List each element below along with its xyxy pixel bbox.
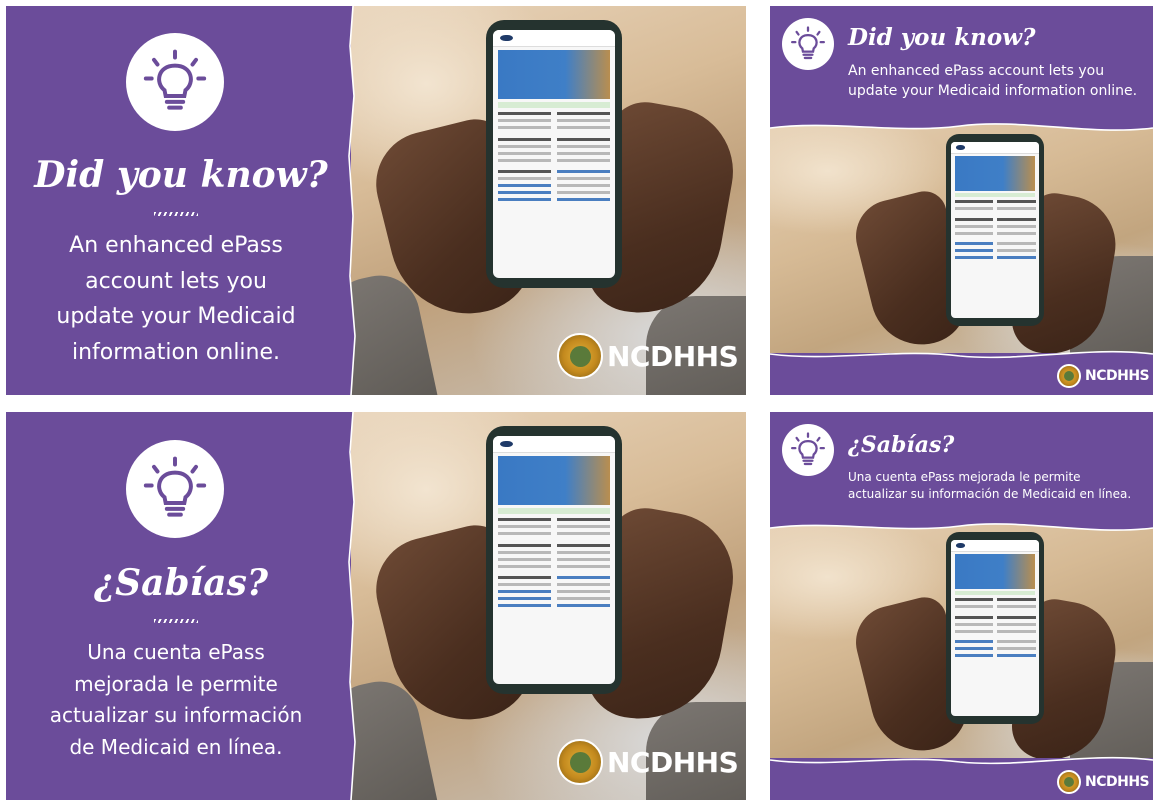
nc-state-seal-icon (557, 333, 603, 379)
logo-text: NCDHHS (1085, 368, 1150, 384)
header-band: Did you know? An enhanced ePass account … (770, 6, 1153, 124)
headline: ¿Sabías? (848, 432, 955, 458)
body-line: de Medicaid en línea. (69, 734, 283, 759)
phone-screen-epass (951, 142, 1039, 318)
body-line: An enhanced ePass (69, 233, 283, 258)
phone-screen-epass (951, 540, 1039, 716)
logo-text: NCDHHS (607, 339, 739, 373)
text-panel: Did you know? An enhanced ePass account … (6, 6, 351, 395)
headline: Did you know? (34, 154, 328, 196)
body-line: Una cuenta ePass mejorada le permite (848, 470, 1081, 484)
phone-screen-epass (493, 30, 615, 278)
smartphone (486, 426, 622, 694)
photo-hands-phone (770, 512, 1153, 772)
card-english-narrow: Did you know? An enhanced ePass account … (770, 6, 1153, 395)
divider (154, 212, 198, 216)
body-line: information online. (71, 339, 281, 365)
header-band: ¿Sabías? Una cuenta ePass mejorada le pe… (770, 412, 1153, 524)
smartphone (946, 134, 1044, 326)
nc-state-seal-icon (1057, 364, 1081, 388)
body-line: actualizar su información (49, 703, 303, 727)
lightbulb-icon (782, 18, 834, 70)
card-spanish-wide: ¿Sabías? Una cuenta ePass mejorada le pe… (6, 412, 746, 800)
wave-edge-bottom (770, 350, 1153, 366)
smartphone (946, 532, 1044, 724)
lightbulb-icon (782, 424, 834, 476)
text-panel: ¿Sabías? Una cuenta ePass mejorada le pe… (6, 412, 351, 800)
wave-edge-top (770, 116, 1153, 131)
body-text: Una cuenta ePass mejorada le permite act… (848, 469, 1131, 503)
body-line: update your Medicaid (56, 304, 296, 329)
body-line: An enhanced ePass account lets you (848, 63, 1105, 79)
phone-screen-epass (493, 436, 615, 684)
body-line: mejorada le permite (74, 671, 278, 696)
body-text: An enhanced ePass account lets you updat… (16, 228, 336, 370)
lightbulb-icon (126, 440, 224, 538)
lightbulb-icon (126, 33, 224, 131)
logo-text: NCDHHS (1085, 774, 1150, 790)
nc-state-seal-icon (557, 739, 603, 785)
card-english-wide: Did you know? An enhanced ePass account … (6, 6, 746, 395)
ncdhhs-logo: NCDHHS (1057, 770, 1150, 794)
photo-hands-phone (770, 106, 1153, 366)
smartphone (486, 20, 622, 288)
ncdhhs-logo: NCDHHS (557, 333, 739, 379)
torn-paper-edge (344, 6, 356, 395)
ncdhhs-logo: NCDHHS (1057, 364, 1150, 388)
wave-edge-bottom (770, 756, 1153, 772)
body-line: update your Medicaid information online. (848, 83, 1138, 99)
headline: Did you know? (848, 24, 1036, 51)
card-spanish-narrow: ¿Sabías? Una cuenta ePass mejorada le pe… (770, 412, 1153, 800)
body-text: Una cuenta ePass mejorada le permite act… (16, 637, 336, 763)
ncdhhs-logo: NCDHHS (557, 739, 739, 785)
body-text: An enhanced ePass account lets you updat… (848, 61, 1137, 101)
body-line: Una cuenta ePass (87, 640, 265, 664)
headline: ¿Sabías? (94, 562, 268, 604)
logo-text: NCDHHS (607, 745, 739, 779)
body-line: account lets you (85, 268, 267, 294)
body-line: actualizar su información de Medicaid en… (848, 487, 1132, 501)
divider (154, 619, 198, 623)
wave-edge-top (770, 516, 1153, 531)
nc-state-seal-icon (1057, 770, 1081, 794)
torn-paper-edge (344, 412, 356, 800)
